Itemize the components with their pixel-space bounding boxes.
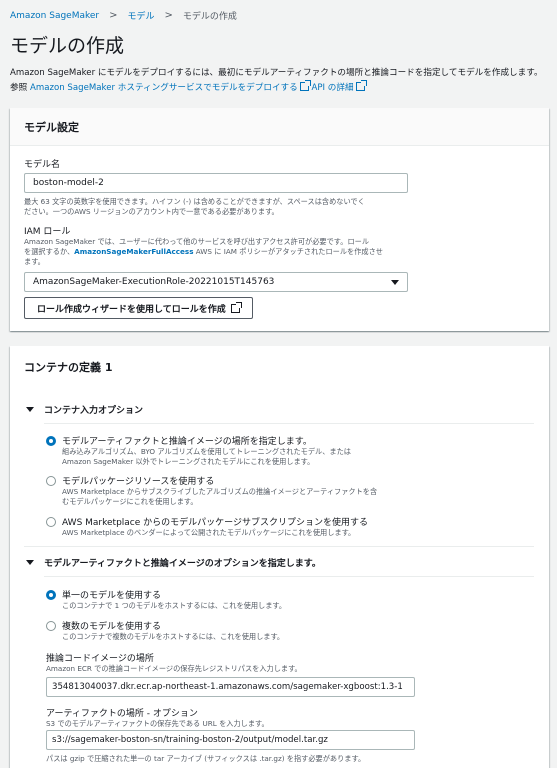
model-settings-panel: モデル設定 モデル名 boston-model-2 最大 63 文字の英数字を使…	[10, 108, 549, 331]
radio-model-package[interactable]	[46, 476, 56, 486]
breadcrumb: Amazon SageMaker > モデル > モデルの作成	[10, 9, 237, 22]
radio-specify-artifact[interactable]	[46, 436, 56, 446]
model-name-input[interactable]: boston-model-2	[24, 173, 408, 193]
iam-role-selected-value: AmazonSageMaker-ExecutionRole-20221015T1…	[33, 277, 275, 287]
iam-role-select[interactable]: AmazonSageMaker-ExecutionRole-20221015T1…	[24, 272, 408, 292]
caret-down-icon	[26, 407, 34, 412]
model-settings-title: モデル設定	[10, 108, 549, 146]
divider	[24, 546, 534, 547]
iam-role-help-1: Amazon SageMaker では、ユーザーに代わって他のサービスを呼び出す…	[24, 237, 370, 246]
external-link-icon	[355, 80, 367, 91]
breadcrumb-current: モデルの作成	[182, 12, 237, 22]
caret-down-icon	[26, 560, 34, 565]
container-input-options-toggle[interactable]: コンテナ入力オプション	[26, 403, 143, 416]
option-multi-model-title: 複数のモデルを使用する	[62, 622, 162, 632]
artifact-location-footer: パスは gzip で圧縮された単一の tar アーカイブ (サフィックスは .t…	[46, 754, 366, 763]
option-single-model-title: 単一のモデルを使用する	[62, 591, 162, 601]
api-details-link[interactable]: API の詳細	[311, 80, 367, 93]
option-marketplace-desc: AWS Marketplace のベンダーによって公開されたモデルパッケージにこ…	[62, 528, 356, 537]
page-title: モデルの作成	[10, 35, 125, 57]
model-name-help-1: 最大 63 文字の英数字を使用できます。ハイフン (-) は含めることができます…	[24, 197, 365, 206]
caret-down-icon	[391, 280, 399, 285]
deploy-docs-link[interactable]: Amazon SageMaker ホスティングサービスでモデルをデプロイする	[30, 80, 311, 93]
option-multi-model-desc: このコンテナで複数のモデルをホストするには、これを使用します。	[62, 632, 285, 641]
model-name-help-2: ださい。一つのAWS リージョンのアカウント内で一意である必要があります。	[24, 207, 279, 216]
option-single-model-desc: このコンテナで 1 つのモデルをホストするには、これを使用します。	[62, 601, 287, 610]
breadcrumb-separator-icon: >	[109, 10, 118, 21]
iam-role-label: IAM ロール	[24, 227, 71, 237]
external-link-icon	[299, 80, 311, 91]
radio-multi-model[interactable]	[46, 621, 56, 631]
divider	[44, 423, 534, 424]
artifact-location-input[interactable]: s3://sagemaker-boston-sn/training-boston…	[46, 730, 415, 750]
artifact-location-label: アーティファクトの場所 - オプション	[46, 709, 198, 719]
breadcrumb-separator-icon: >	[164, 10, 173, 21]
option-model-package-title: モデルパッケージリソースを使用する	[62, 477, 215, 487]
option-specify-artifact-title: モデルアーティファクトと推論イメージの場所を指定します。	[62, 437, 312, 447]
inference-image-input[interactable]: 354813040037.dkr.ecr.ap-northeast-1.amaz…	[46, 677, 415, 697]
container-definition-panel: コンテナの定義 1 コンテナ入力オプション モデルアーティファクトと推論イメージ…	[10, 346, 549, 768]
model-name-label: モデル名	[24, 160, 61, 170]
option-model-package-desc-2: むモデルパッケージにこれを使用します。	[62, 497, 198, 506]
artifact-options-title: モデルアーティファクトと推論イメージのオプションを指定します。	[44, 559, 321, 569]
full-access-policy-link[interactable]: AmazonSageMakerFullAccess	[74, 247, 193, 256]
container-input-options-title: コンテナ入力オプション	[44, 406, 144, 416]
option-specify-artifact-desc-1: 組み込みアルゴリズム、BYO アルゴリズムを使用してトレーニングされたモデル、ま…	[62, 447, 351, 456]
option-specify-artifact-desc-2: Amazon SageMaker 以外でトレーニングされたモデルにこれを使用しま…	[62, 457, 315, 466]
intro-text: Amazon SageMaker にモデルをデプロイするには、最初にモデルアーテ…	[10, 66, 550, 96]
option-model-package-desc-1: AWS Marketplace からサブスクライブしたアルゴリズムの推論イメージ…	[62, 487, 378, 496]
breadcrumb-models-link[interactable]: モデル	[128, 9, 155, 22]
container-definition-title: コンテナの定義 1	[24, 361, 113, 374]
inference-image-help: Amazon ECR での推論コードイメージの保存先レジストリパスを入力します。	[46, 664, 302, 673]
create-role-wizard-button[interactable]: ロール作成ウィザードを使用してロールを作成	[24, 297, 253, 319]
external-link-icon	[230, 301, 242, 313]
iam-role-help-2: を選択するか、AmazonSageMakerFullAccess AWS に I…	[24, 247, 383, 256]
radio-single-model[interactable]	[46, 590, 56, 600]
artifact-location-help: S3 でのモデルアーティファクトの保存先である URL を入力します。	[46, 719, 269, 728]
artifact-options-toggle[interactable]: モデルアーティファクトと推論イメージのオプションを指定します。	[26, 556, 321, 569]
radio-marketplace-subscription[interactable]	[46, 517, 56, 527]
inference-image-label: 推論コードイメージの場所	[46, 654, 154, 664]
option-marketplace-title: AWS Marketplace からのモデルパッケージサブスクリプションを使用す…	[62, 518, 368, 528]
breadcrumb-sagemaker-link[interactable]: Amazon SageMaker	[10, 11, 99, 21]
divider	[44, 576, 534, 577]
iam-role-help-3: ます。	[24, 257, 45, 266]
